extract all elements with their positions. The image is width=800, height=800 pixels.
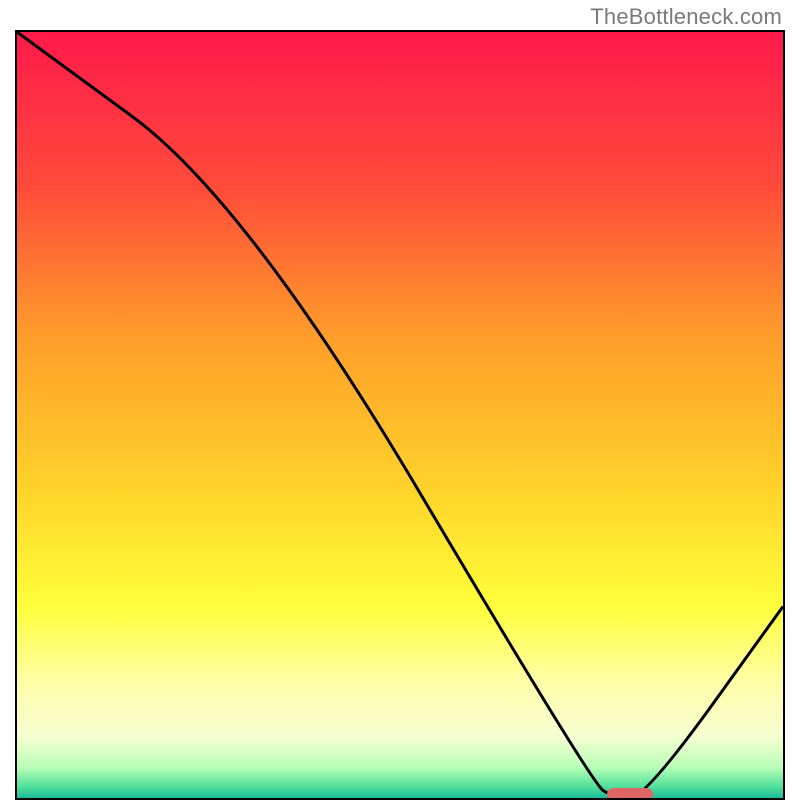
watermark-text: TheBottleneck.com (590, 4, 782, 30)
chart-frame (15, 30, 785, 800)
optimal-range-marker (607, 788, 653, 800)
gradient-background (17, 32, 783, 798)
